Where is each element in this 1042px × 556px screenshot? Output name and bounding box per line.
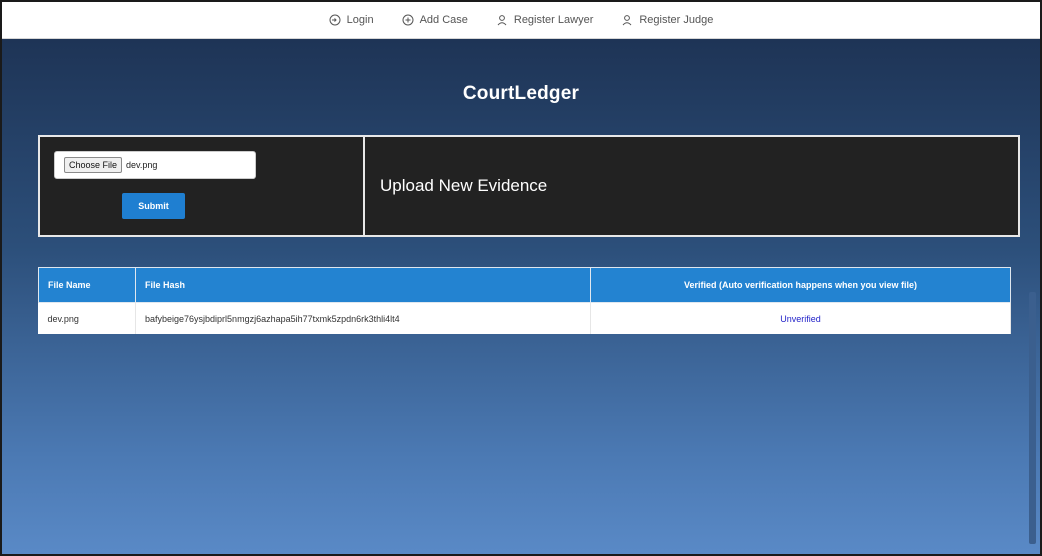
page-title: CourtLedger — [462, 83, 580, 104]
upload-form: Choose File dev.png Submit — [40, 137, 365, 235]
verified-cell: Unverified — [590, 302, 1011, 334]
choose-file-button[interactable]: Choose File — [64, 157, 123, 173]
evidence-table: File Name File Hash Verified (Auto verif… — [38, 267, 1011, 334]
table-row: dev.png bafybeige76ysjbdiprl5nmgzj6azhap… — [38, 302, 1011, 334]
table-header-row: File Name File Hash Verified (Auto verif… — [38, 267, 1011, 303]
top-navbar: Login Add Case Register Lawyer Register … — [2, 2, 1040, 39]
nav-login[interactable]: Login — [329, 14, 374, 26]
file-hash-cell: bafybeige76ysjbdiprl5nmgzj6azhapa5ih77tx… — [135, 302, 591, 334]
nav-register-lawyer[interactable]: Register Lawyer — [496, 14, 593, 26]
submit-button[interactable]: Submit — [122, 193, 185, 219]
file-input[interactable]: Choose File dev.png — [54, 151, 256, 179]
nav-add-case[interactable]: Add Case — [402, 14, 468, 26]
column-header-verified: Verified (Auto verification happens when… — [590, 267, 1011, 303]
browser-frame: Login Add Case Register Lawyer Register … — [0, 0, 1042, 556]
plus-circle-icon — [402, 14, 414, 26]
nav-login-label: Login — [346, 14, 374, 26]
nav-add-case-label: Add Case — [419, 14, 468, 26]
nav-register-lawyer-label: Register Lawyer — [513, 14, 594, 26]
column-header-file-hash: File Hash — [135, 267, 591, 303]
selected-file-name: dev.png — [126, 160, 158, 170]
upload-evidence-panel: Choose File dev.png Submit Upload New Ev… — [38, 135, 1020, 237]
verification-status-link[interactable]: Unverified — [780, 314, 821, 324]
user-icon — [497, 15, 507, 26]
column-header-file-name: File Name — [38, 267, 136, 303]
upload-title: Upload New Evidence — [380, 176, 548, 195]
login-icon — [329, 14, 341, 26]
main-content: CourtLedger Choose File dev.png Submit U… — [2, 39, 1040, 554]
user-icon — [622, 15, 632, 26]
nav-register-judge-label: Register Judge — [639, 14, 714, 26]
nav-register-judge[interactable]: Register Judge — [621, 14, 713, 26]
scrollbar[interactable] — [1029, 292, 1036, 544]
file-name-cell: dev.png — [38, 302, 136, 334]
